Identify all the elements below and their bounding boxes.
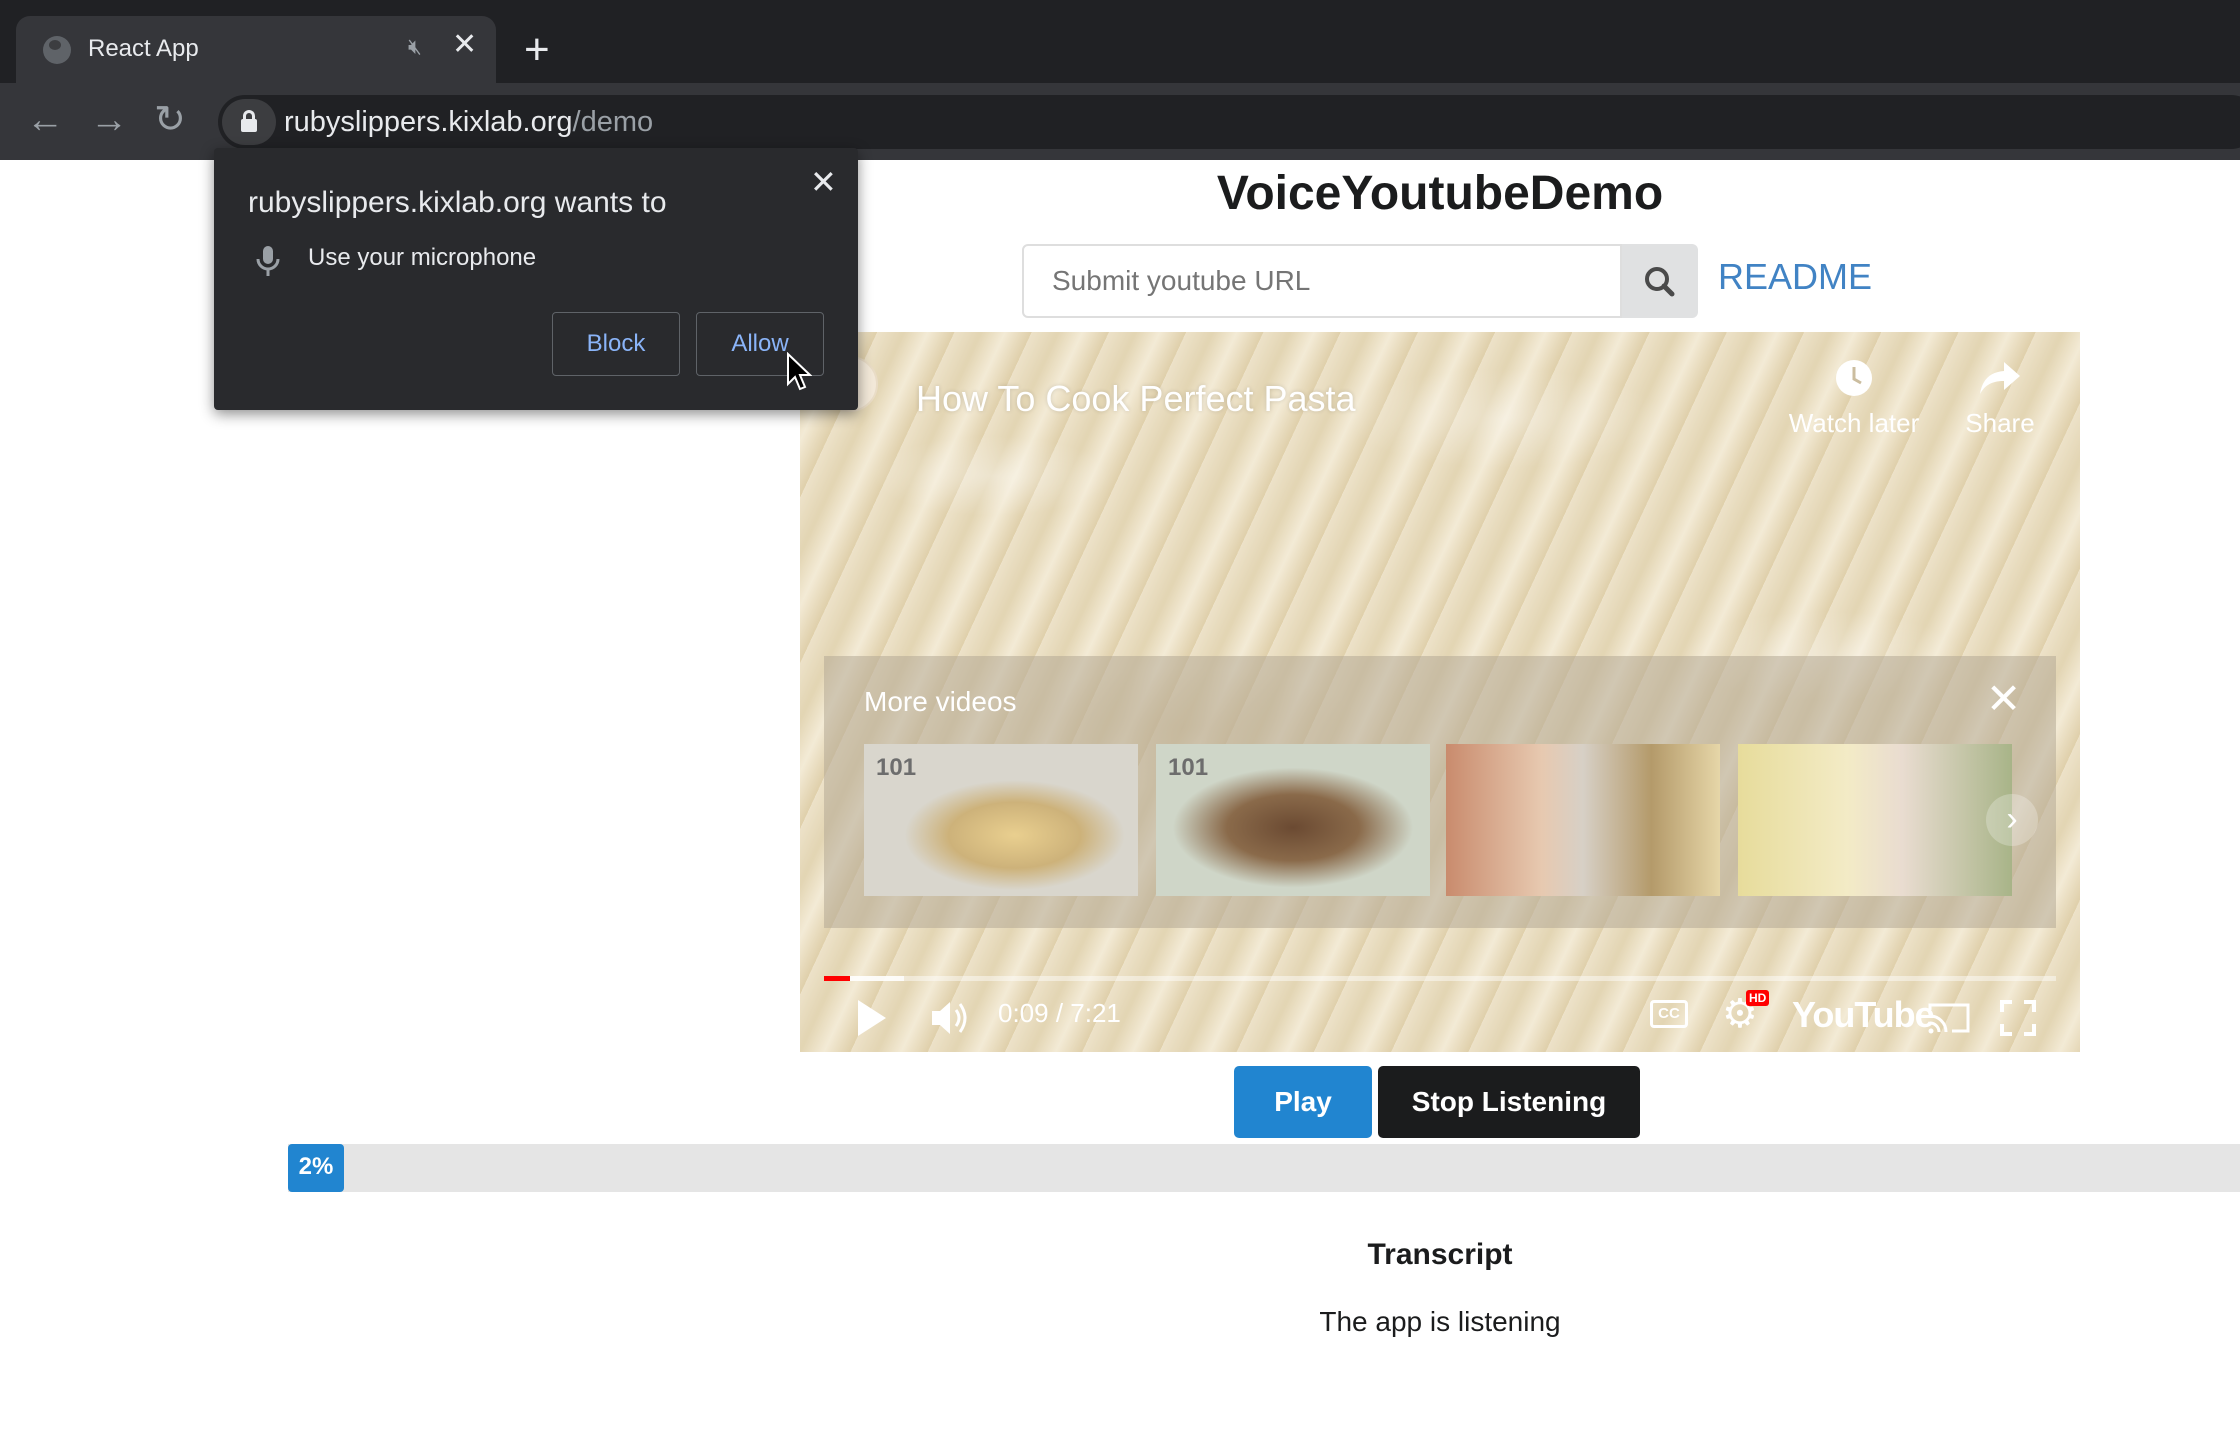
readme-link[interactable]: README [1718, 256, 1872, 298]
share-button[interactable]: Share [1950, 358, 2050, 439]
more-videos-panel: More videos ✕ 101 101 › [824, 656, 2056, 928]
play-icon[interactable] [852, 996, 892, 1045]
captions-button[interactable]: CC [1650, 1000, 1688, 1028]
browser-tab-strip: React App 🔇︎ ✕ + [0, 0, 2240, 85]
permission-close-icon[interactable]: ✕ [810, 166, 837, 198]
video-thumbnail[interactable] [1446, 744, 1720, 896]
video-thumbnail[interactable] [1738, 744, 2012, 896]
tab-title: React App [88, 35, 199, 62]
speaker-muted-icon[interactable]: 🔇︎ [408, 34, 422, 60]
search-icon [1645, 267, 1675, 297]
lock-icon-body [241, 119, 257, 132]
globe-favicon-icon [43, 36, 71, 64]
youtube-logo[interactable]: YouTube [1792, 994, 1935, 1036]
new-tab-button[interactable]: + [524, 28, 550, 72]
video-progress-bar[interactable] [824, 976, 2056, 981]
watch-later-label: Watch later [1788, 408, 1920, 438]
video-thumbnail[interactable]: 101 [864, 744, 1138, 896]
forward-arrow-icon[interactable]: → [90, 101, 128, 139]
video-title[interactable]: How To Cook Perfect Pasta [916, 378, 1356, 420]
browser-tab[interactable]: React App 🔇︎ ✕ [16, 16, 496, 85]
url-host: rubyslippers.kixlab.org [284, 106, 573, 138]
site-info-button[interactable] [222, 99, 276, 145]
tab-close-icon[interactable]: ✕ [452, 30, 477, 60]
back-arrow-icon[interactable]: ← [26, 101, 64, 139]
volume-icon[interactable] [928, 996, 974, 1045]
more-videos-title: More videos [864, 686, 1017, 717]
play-button[interactable]: Play [1234, 1066, 1372, 1138]
youtube-url-input[interactable] [1022, 244, 1622, 318]
fullscreen-icon[interactable] [1998, 998, 2038, 1043]
url-path: /demo [572, 106, 654, 138]
listening-progress-label: 2% [288, 1144, 344, 1192]
microphone-permission-popup: rubyslippers.kixlab.org wants to ✕ Use y… [214, 148, 858, 410]
stop-listening-button[interactable]: Stop Listening [1378, 1066, 1640, 1138]
time-display: 0:09 / 7:21 [998, 998, 1121, 1028]
hd-badge: HD [1746, 990, 1770, 1006]
thumbnail-badge: 101 [876, 754, 917, 781]
reload-icon[interactable]: ↻ [154, 101, 186, 139]
watch-later-button[interactable]: Watch later [1780, 358, 1928, 439]
mouse-cursor-icon [786, 351, 813, 397]
share-label: Share [1965, 408, 2035, 438]
youtube-player[interactable]: How To Cook Perfect Pasta Watch later Sh… [800, 332, 2080, 1052]
transcript-heading: Transcript [1367, 1238, 1513, 1271]
block-button[interactable]: Block [552, 312, 680, 376]
transcript-text: The app is listening [1319, 1306, 1561, 1337]
video-thumbnail[interactable]: 101 [1156, 744, 1430, 896]
search-button[interactable] [1622, 244, 1698, 318]
share-arrow-icon [1980, 362, 2020, 394]
clock-icon [1836, 360, 1872, 396]
more-videos-close-icon[interactable]: ✕ [1986, 678, 2021, 720]
address-bar[interactable]: rubyslippers.kixlab.org/demo [218, 95, 2240, 149]
url-text[interactable]: rubyslippers.kixlab.org/demo [284, 106, 653, 139]
listening-progress-bar: 2% [288, 1144, 2240, 1192]
cast-icon[interactable] [1926, 1000, 1972, 1041]
chevron-right-icon[interactable]: › [1986, 794, 2038, 846]
microphone-icon [254, 244, 282, 283]
permission-request-text: Use your microphone [308, 244, 537, 271]
thumbnail-badge: 101 [1168, 754, 1209, 781]
permission-title: rubyslippers.kixlab.org wants to [248, 186, 667, 219]
played-progress [824, 976, 850, 981]
